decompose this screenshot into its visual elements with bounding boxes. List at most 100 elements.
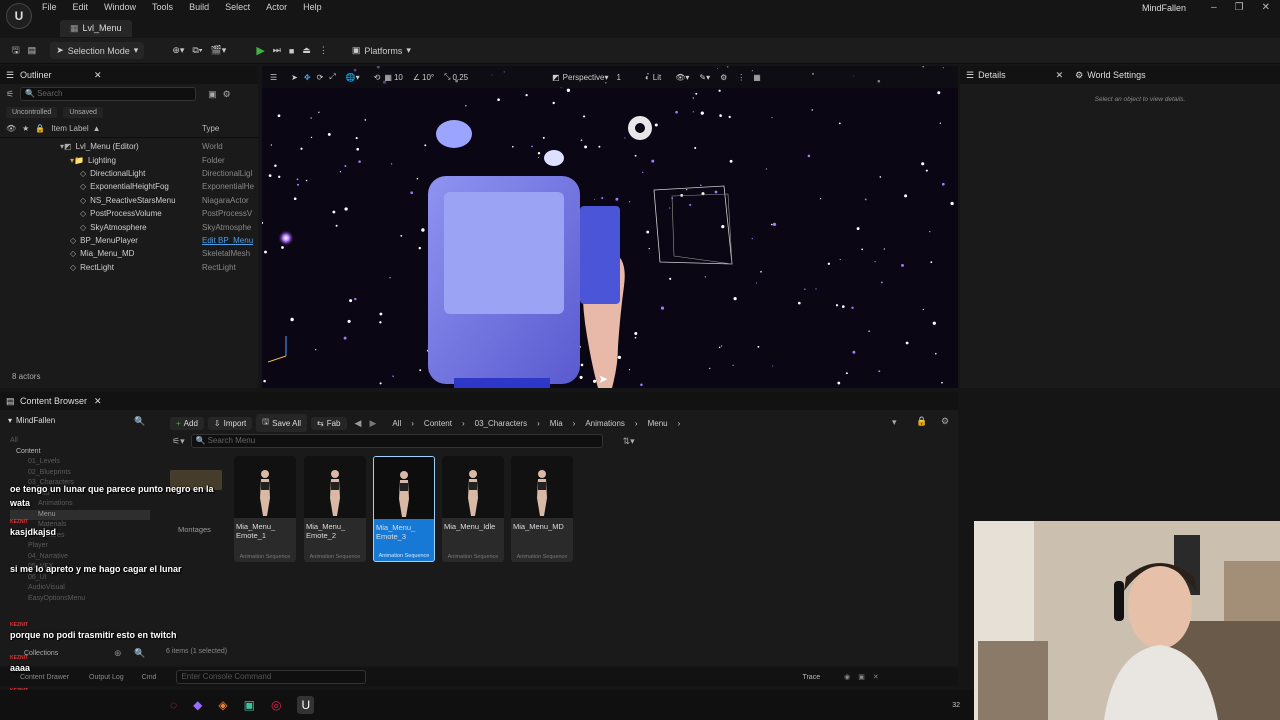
app-icon-2[interactable]: ◆: [193, 698, 202, 712]
rotate-tool-icon[interactable]: ⟳: [317, 73, 324, 82]
content-search-input[interactable]: 🔍 Search Menu: [190, 434, 603, 448]
camera-icon[interactable]: ▣: [858, 673, 865, 681]
add-folder-icon[interactable]: ▣: [208, 89, 217, 100]
item-label-column[interactable]: Item Label: [51, 124, 88, 133]
show-icon[interactable]: 👁▾: [675, 73, 689, 82]
trace-dropdown[interactable]: Trace: [802, 674, 820, 681]
console-input[interactable]: Enter Console Command: [176, 670, 367, 684]
grid-value[interactable]: 10: [394, 73, 403, 82]
filter-icon[interactable]: ⚟: [6, 89, 14, 100]
menu-item-edit[interactable]: Edit: [73, 2, 89, 12]
level-viewport[interactable]: ☰ ➤ ✥ ⟳ ⤢ 🌐▾ ⟲ ▦ 10 ∠ 10° ⤡ 0.25 ◩ Persp…: [262, 66, 958, 388]
menu-item-build[interactable]: Build: [189, 2, 209, 12]
folder-tree-item[interactable]: 06_UI: [10, 573, 150, 584]
settings-icon[interactable]: ⚙: [223, 89, 231, 100]
breadcrumb-item[interactable]: Mia: [550, 419, 563, 428]
content-drawer-button[interactable]: Content Drawer: [20, 674, 69, 681]
outliner-row-type[interactable]: Edit BP_Menu: [202, 236, 253, 245]
save-icon[interactable]: 🖫: [8, 43, 24, 59]
breadcrumb-separator-icon[interactable]: ›: [573, 419, 576, 428]
folder-tree-item[interactable]: AudioVisual: [10, 583, 150, 594]
world-settings-tab[interactable]: World Settings: [1087, 70, 1145, 80]
rotation-snap-icon[interactable]: ∠: [413, 73, 420, 82]
menu-item-tools[interactable]: Tools: [152, 2, 173, 12]
selection-mode-dropdown[interactable]: ➤ Selection Mode ▾: [50, 42, 145, 59]
more-icon[interactable]: ⋮: [737, 73, 745, 82]
lit-dropdown[interactable]: ◐ Lit: [645, 73, 661, 82]
outliner-row[interactable]: ◇ PostProcessVolume PostProcessV: [0, 207, 258, 220]
rotation-value[interactable]: 10°: [422, 73, 434, 82]
derived-data-icon[interactable]: ✕: [873, 673, 879, 681]
asset-tile[interactable]: Mia_Menu_MD Animation Sequence: [511, 456, 573, 562]
breadcrumb-separator-icon[interactable]: ›: [462, 419, 465, 428]
outliner-row[interactable]: ▾◩ Lvl_Menu (Editor) World: [0, 140, 258, 153]
import-button[interactable]: ⇩ Import: [207, 416, 253, 430]
content-icon[interactable]: ▤: [24, 45, 41, 56]
translate-tool-icon[interactable]: ✥: [304, 73, 311, 82]
chrome-icon[interactable]: ◎: [271, 698, 281, 712]
menu-item-select[interactable]: Select: [225, 2, 250, 12]
folder-tree-item[interactable]: Content: [10, 447, 150, 458]
world-space-icon[interactable]: 🌐▾: [346, 73, 360, 82]
folder-tree-item[interactable]: EasyOptionsMenu: [10, 594, 150, 605]
breadcrumb-separator-icon[interactable]: ›: [635, 419, 638, 428]
collections-label[interactable]: Collections: [24, 650, 58, 657]
folder-tree-item[interactable]: 04_Narrative: [10, 552, 150, 563]
settings-icon[interactable]: ⚙: [941, 416, 949, 427]
folder-tree-item[interactable]: 01_Levels: [10, 457, 150, 468]
outliner-row[interactable]: ◇ BP_MenuPlayer Edit BP_Menu: [0, 234, 258, 247]
search-icon[interactable]: 🔍: [134, 648, 145, 659]
breadcrumb-separator-icon[interactable]: ›: [537, 419, 540, 428]
cinematics-icon[interactable]: 🎬▾: [207, 45, 231, 56]
add-actor-icon[interactable]: ⊕▾: [168, 45, 188, 56]
platforms-dropdown[interactable]: ▣ Platforms ▾: [348, 45, 415, 56]
breadcrumb-separator-icon[interactable]: ›: [411, 419, 414, 428]
history-back-icon[interactable]: ◀: [355, 418, 362, 429]
sort-icon[interactable]: ⇅▾: [623, 436, 635, 447]
folder-tree-item[interactable]: Animations: [10, 499, 150, 510]
minimize-button[interactable]: –: [1211, 2, 1217, 13]
add-button[interactable]: + Add: [170, 416, 204, 430]
type-column[interactable]: Type: [202, 124, 219, 133]
level-tab[interactable]: ▦ Lvl_Menu: [60, 19, 132, 37]
asset-tile[interactable]: Mia_Menu_ Emote_3 Animation Sequence: [373, 456, 435, 562]
realtime-icon[interactable]: ✎▾: [699, 73, 710, 82]
maximize-button[interactable]: ❐: [1235, 2, 1244, 13]
cmd-dropdown[interactable]: Cmd: [142, 674, 157, 681]
filter-unsaved[interactable]: Unsaved: [63, 106, 103, 118]
more-options-icon[interactable]: ⋮: [315, 45, 332, 56]
details-tab[interactable]: Details: [978, 70, 1006, 80]
folder-tree-item[interactable]: All: [10, 436, 150, 447]
menu-item-help[interactable]: Help: [303, 2, 322, 12]
visibility-icon[interactable]: 👁: [6, 124, 16, 133]
asset-tile[interactable]: Mia_Menu_ Emote_1 Animation Sequence: [234, 456, 296, 562]
close-tab-icon[interactable]: ✕: [1056, 70, 1064, 81]
viewport-settings-icon[interactable]: ⚙: [720, 73, 727, 82]
blueprint-icon[interactable]: ⧉▾: [188, 45, 206, 56]
breadcrumb-item[interactable]: All: [392, 419, 401, 428]
record-icon[interactable]: ◉: [844, 673, 850, 681]
close-tab-icon[interactable]: ✕: [94, 392, 102, 410]
add-collection-icon[interactable]: ⊕: [114, 648, 122, 659]
menu-item-window[interactable]: Window: [104, 2, 136, 12]
lock-icon[interactable]: 🔒: [916, 416, 927, 427]
close-tab-icon[interactable]: ✕: [94, 66, 102, 84]
step-icon[interactable]: ⏭: [269, 45, 285, 56]
history-forward-icon[interactable]: ▶: [369, 418, 376, 429]
asset-tile[interactable]: Mia_Menu_Idle Animation Sequence: [442, 456, 504, 562]
unreal-logo-icon[interactable]: U: [6, 3, 32, 29]
play-button[interactable]: ▶: [252, 44, 268, 57]
layout-icon[interactable]: ▦: [753, 73, 761, 82]
outliner-search-input[interactable]: 🔍 Search: [20, 87, 197, 101]
scale-snap-icon[interactable]: ⤡: [444, 72, 450, 82]
search-icon[interactable]: 🔍: [134, 416, 145, 427]
surface-snap-icon[interactable]: ⟲: [374, 73, 381, 82]
scale-tool-icon[interactable]: ⤢: [329, 72, 335, 82]
source-root[interactable]: ▾ MindFallen: [8, 416, 55, 425]
outliner-row[interactable]: ◇ NS_ReactiveStarsMenu NiagaraActor: [0, 194, 258, 207]
viewport-menu-icon[interactable]: ☰: [270, 73, 277, 82]
select-tool-icon[interactable]: ➤: [291, 73, 298, 82]
unreal-taskbar-icon[interactable]: U: [297, 696, 315, 714]
filter-uncontrolled[interactable]: Uncontrolled: [6, 106, 58, 118]
outliner-row[interactable]: ◇ RectLight RectLight: [0, 261, 258, 274]
